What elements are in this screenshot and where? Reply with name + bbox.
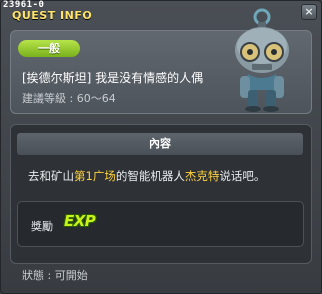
quest-type-badge: 一般	[18, 40, 80, 57]
desc-part-1: 去和矿山	[28, 169, 74, 183]
reward-box	[17, 201, 304, 247]
section-header-content: 內容	[17, 133, 303, 155]
exp-icon: EXP	[64, 212, 96, 230]
window-title: QUEST INFO	[12, 9, 93, 22]
quest-title: [挨德尔斯坦] 我是没有情感的人偶	[22, 71, 204, 85]
desc-npc: 杰克特	[184, 169, 220, 183]
robot-npc-portrait-icon	[235, 8, 289, 112]
reward-label: 獎勵	[31, 220, 53, 233]
desc-part-2: 的智能机器人	[115, 169, 185, 183]
quest-description: 去和矿山第1广场的智能机器人杰克特说话吧。	[28, 168, 265, 184]
recommended-level: 建議等級 : 60～64	[22, 92, 116, 105]
quest-status: 狀態 : 可開始	[22, 269, 88, 282]
desc-part-3: 说话吧。	[219, 169, 266, 183]
desc-place: 第1广场	[74, 169, 116, 183]
